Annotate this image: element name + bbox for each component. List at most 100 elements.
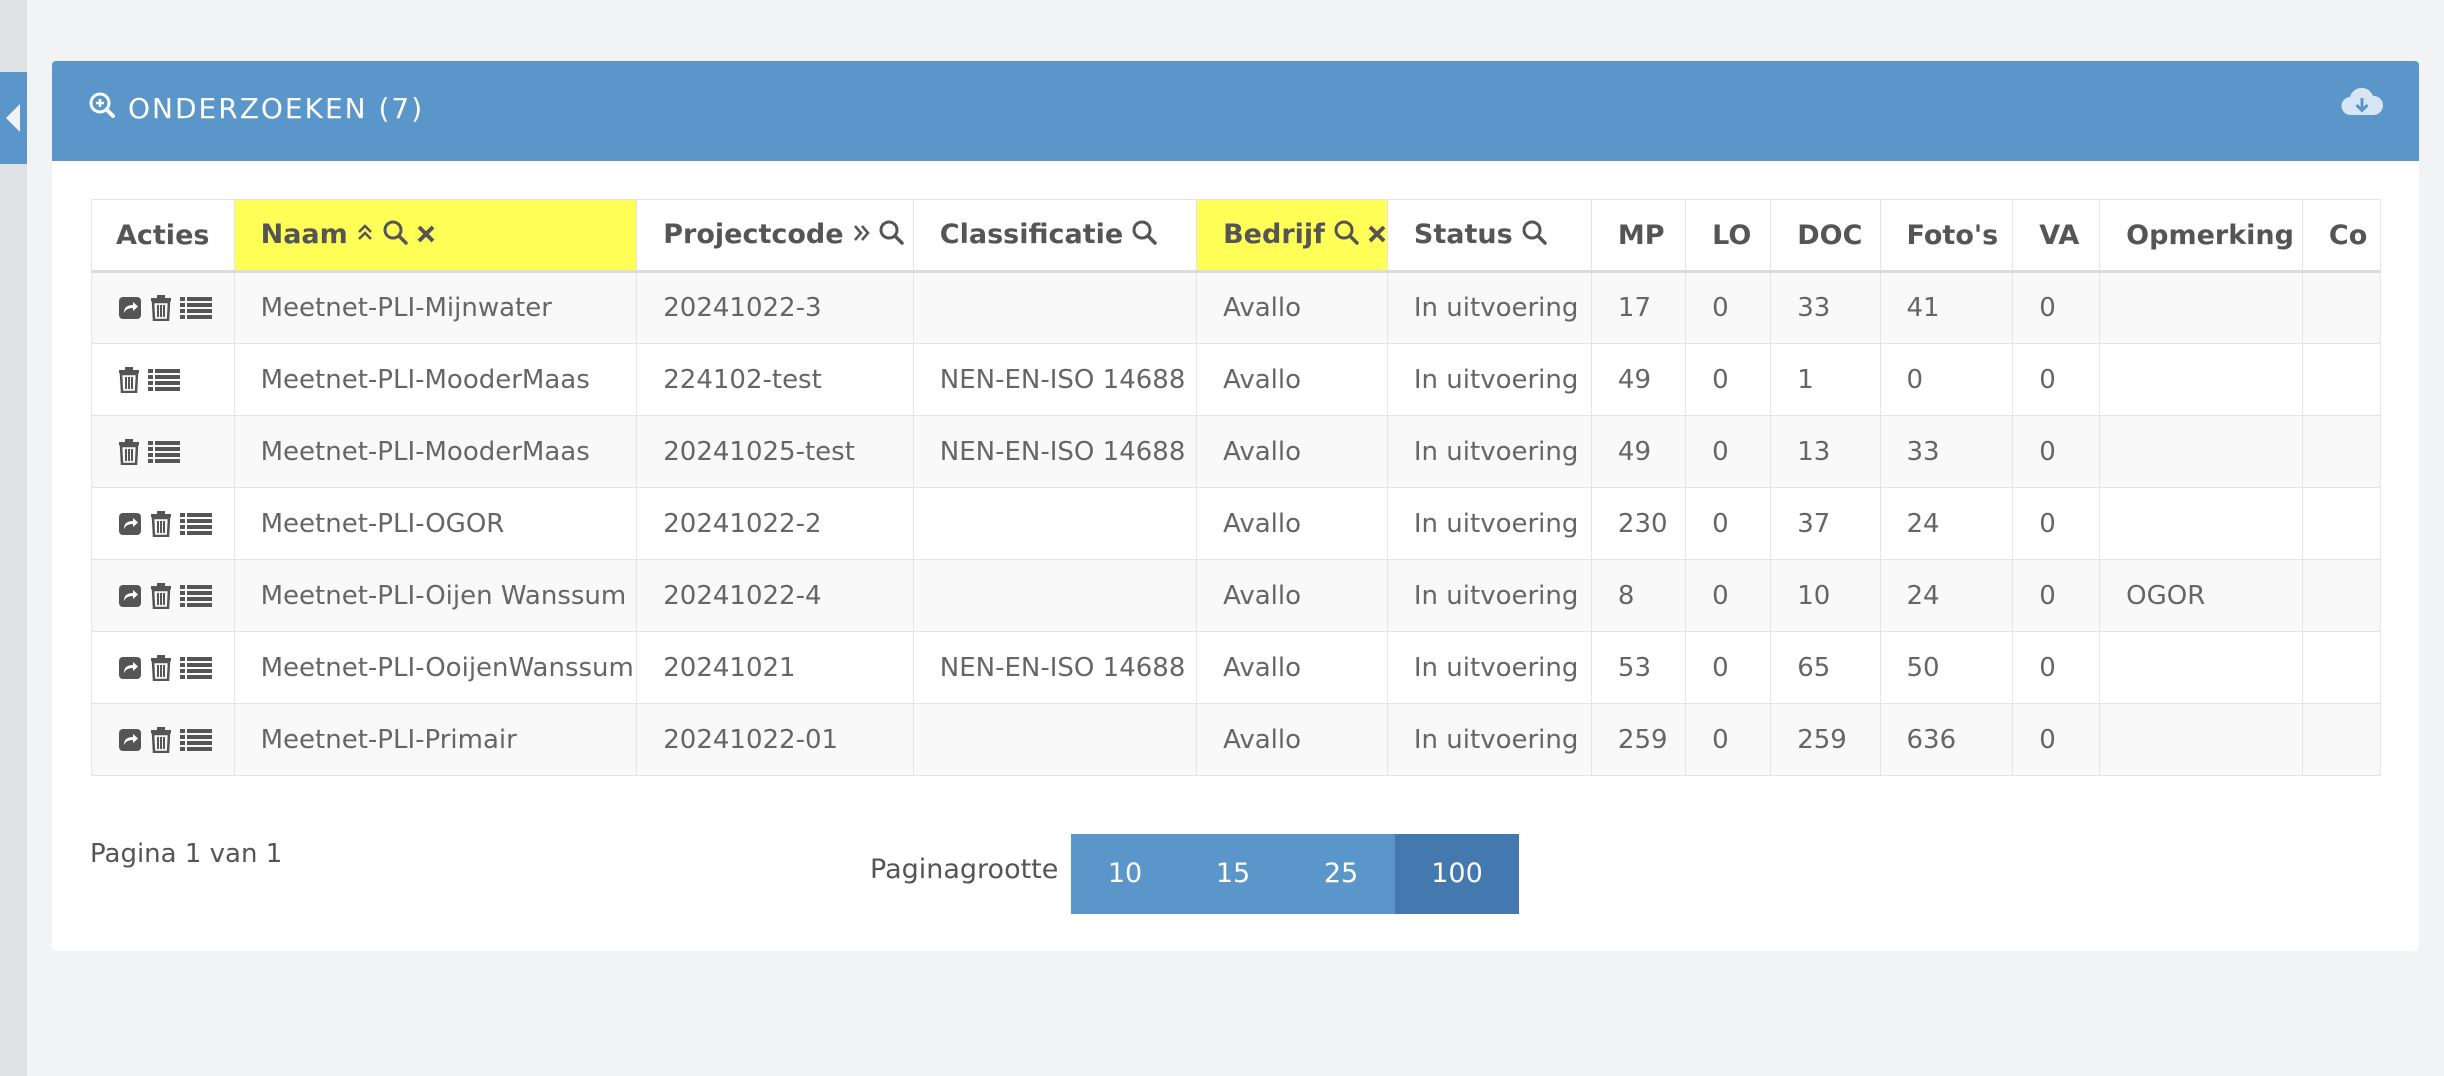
search-icon[interactable] — [1333, 219, 1359, 252]
list-icon[interactable] — [180, 584, 212, 608]
cell-naam: Meetnet-PLI-MooderMaas — [233, 343, 638, 416]
cell-opmerking — [2099, 415, 2303, 488]
search-icon[interactable] — [878, 219, 904, 252]
onderzoeken-table-wrap: Acties Naam Projectcode Classificatie Be… — [91, 199, 2381, 781]
pagesize-option-10[interactable]: 10 — [1071, 834, 1179, 914]
col-header-projectcode[interactable]: Projectcode — [636, 199, 914, 273]
sort-icon[interactable] — [852, 220, 870, 251]
row-actions — [91, 415, 235, 488]
pagesize-option-15[interactable]: 15 — [1179, 834, 1287, 914]
col-header-doc[interactable]: DOC — [1770, 199, 1881, 273]
cell-bedrijf: Avallo — [1196, 343, 1388, 416]
row-actions — [91, 343, 235, 416]
table-row[interactable]: Meetnet-PLI-Primair 20241022-01 Avallo In u… — [91, 703, 2381, 776]
cell-naam: Meetnet-PLI-Mijnwater — [233, 271, 638, 344]
table-header-row: Acties Naam Projectcode Classificatie Be… — [91, 199, 2381, 273]
search-icon[interactable] — [382, 219, 408, 252]
col-header-acties: Acties — [91, 199, 235, 273]
col-header-naam-label: Naam — [260, 218, 348, 250]
pagesize-selector: 10 15 25 100 — [1071, 834, 1519, 914]
cell-fotos: 24 — [1879, 487, 2014, 560]
list-icon[interactable] — [148, 368, 180, 392]
cell-projectcode: 20241022-01 — [636, 703, 914, 776]
cell-projectcode: 20241021 — [636, 631, 914, 704]
cell-opmerking — [2099, 343, 2303, 416]
clear-filter-icon[interactable] — [416, 220, 436, 251]
col-header-opmerking[interactable]: Opmerking — [2099, 199, 2303, 273]
pagesize-option-25[interactable]: 25 — [1287, 834, 1395, 914]
cell-va: 0 — [2012, 703, 2101, 776]
col-header-bedrijf[interactable]: Bedrijf — [1196, 199, 1388, 273]
table-row[interactable]: Meetnet-PLI-Mijnwater 20241022-3 Avallo In … — [91, 271, 2381, 344]
cell-opmerking: OGOR — [2099, 559, 2303, 632]
cell-mp: 49 — [1590, 343, 1687, 416]
col-header-va[interactable]: VA — [2012, 199, 2101, 273]
pager-info: Pagina 1 van 1 — [90, 839, 283, 869]
col-header-classificatie[interactable]: Classificatie — [912, 199, 1198, 273]
cell-bedrijf: Avallo — [1196, 703, 1388, 776]
sidebar-toggle-tab[interactable] — [0, 72, 27, 164]
cell-lo: 0 — [1685, 631, 1772, 704]
col-header-co[interactable]: Co — [2301, 199, 2381, 273]
cell-co — [2301, 343, 2381, 416]
search-icon[interactable] — [1131, 219, 1157, 252]
trash-icon[interactable] — [150, 726, 172, 753]
share-icon[interactable] — [118, 728, 142, 752]
cell-mp: 259 — [1590, 703, 1687, 776]
table-row[interactable]: Meetnet-PLI-OoijenWanssum 20241021 NEN-EN-… — [91, 631, 2381, 704]
cell-co — [2301, 559, 2381, 632]
col-header-fotos[interactable]: Foto's — [1879, 199, 2014, 273]
cell-projectcode: 20241025-test — [636, 415, 914, 488]
cell-lo: 0 — [1685, 559, 1772, 632]
table-row[interactable]: Meetnet-PLI-MooderMaas 20241025-test NEN-E… — [91, 415, 2381, 488]
table-row[interactable]: Meetnet-PLI-OGOR 20241022-2 Avallo In uitvo… — [91, 487, 2381, 560]
cell-lo: 0 — [1685, 271, 1772, 344]
col-header-status-label: Status — [1413, 218, 1513, 250]
cell-projectcode: 20241022-4 — [636, 559, 914, 632]
onderzoeken-table: Acties Naam Projectcode Classificatie Be… — [91, 199, 2381, 776]
cell-classificatie — [912, 703, 1198, 776]
cell-fotos: 33 — [1879, 415, 2014, 488]
trash-icon[interactable] — [118, 366, 140, 393]
cell-status: In uitvoering — [1386, 703, 1592, 776]
table-row[interactable]: Meetnet-PLI-MooderMaas 224102-test NEN-EN-… — [91, 343, 2381, 416]
col-header-lo[interactable]: LO — [1685, 199, 1772, 273]
cell-bedrijf: Avallo — [1196, 271, 1388, 344]
col-header-naam[interactable]: Naam — [233, 199, 638, 273]
cell-opmerking — [2099, 487, 2303, 560]
trash-icon[interactable] — [150, 510, 172, 537]
pagesize-option-100[interactable]: 100 — [1395, 834, 1519, 914]
col-header-mp[interactable]: MP — [1590, 199, 1687, 273]
list-icon[interactable] — [148, 440, 180, 464]
trash-icon[interactable] — [150, 654, 172, 681]
row-actions — [91, 271, 235, 344]
search-icon[interactable] — [1521, 219, 1547, 252]
cell-mp: 53 — [1590, 631, 1687, 704]
table-row[interactable]: Meetnet-PLI-Oijen Wanssum 20241022-4 Avall… — [91, 559, 2381, 632]
cell-naam: Meetnet-PLI-Oijen Wanssum — [233, 559, 638, 632]
cell-mp: 8 — [1590, 559, 1687, 632]
trash-icon[interactable] — [118, 438, 140, 465]
sort-ascending-icon[interactable] — [356, 220, 374, 251]
share-icon[interactable] — [118, 296, 142, 320]
col-header-status[interactable]: Status — [1386, 199, 1592, 273]
list-icon[interactable] — [180, 728, 212, 752]
clear-filter-icon[interactable] — [1367, 220, 1387, 251]
trash-icon[interactable] — [150, 582, 172, 609]
share-icon[interactable] — [118, 512, 142, 536]
list-icon[interactable] — [180, 296, 212, 320]
table-body: Meetnet-PLI-Mijnwater 20241022-3 Avallo In … — [91, 271, 2381, 776]
list-icon[interactable] — [180, 656, 212, 680]
list-icon[interactable] — [180, 512, 212, 536]
share-icon[interactable] — [118, 656, 142, 680]
cell-status: In uitvoering — [1386, 487, 1592, 560]
cell-naam: Meetnet-PLI-Primair — [233, 703, 638, 776]
share-icon[interactable] — [118, 584, 142, 608]
cell-doc: 37 — [1770, 487, 1881, 560]
cell-va: 0 — [2012, 631, 2101, 704]
cloud-download-icon[interactable] — [2341, 87, 2384, 123]
trash-icon[interactable] — [150, 295, 172, 321]
cell-co — [2301, 703, 2381, 776]
cell-co — [2301, 631, 2381, 704]
cell-lo: 0 — [1685, 703, 1772, 776]
